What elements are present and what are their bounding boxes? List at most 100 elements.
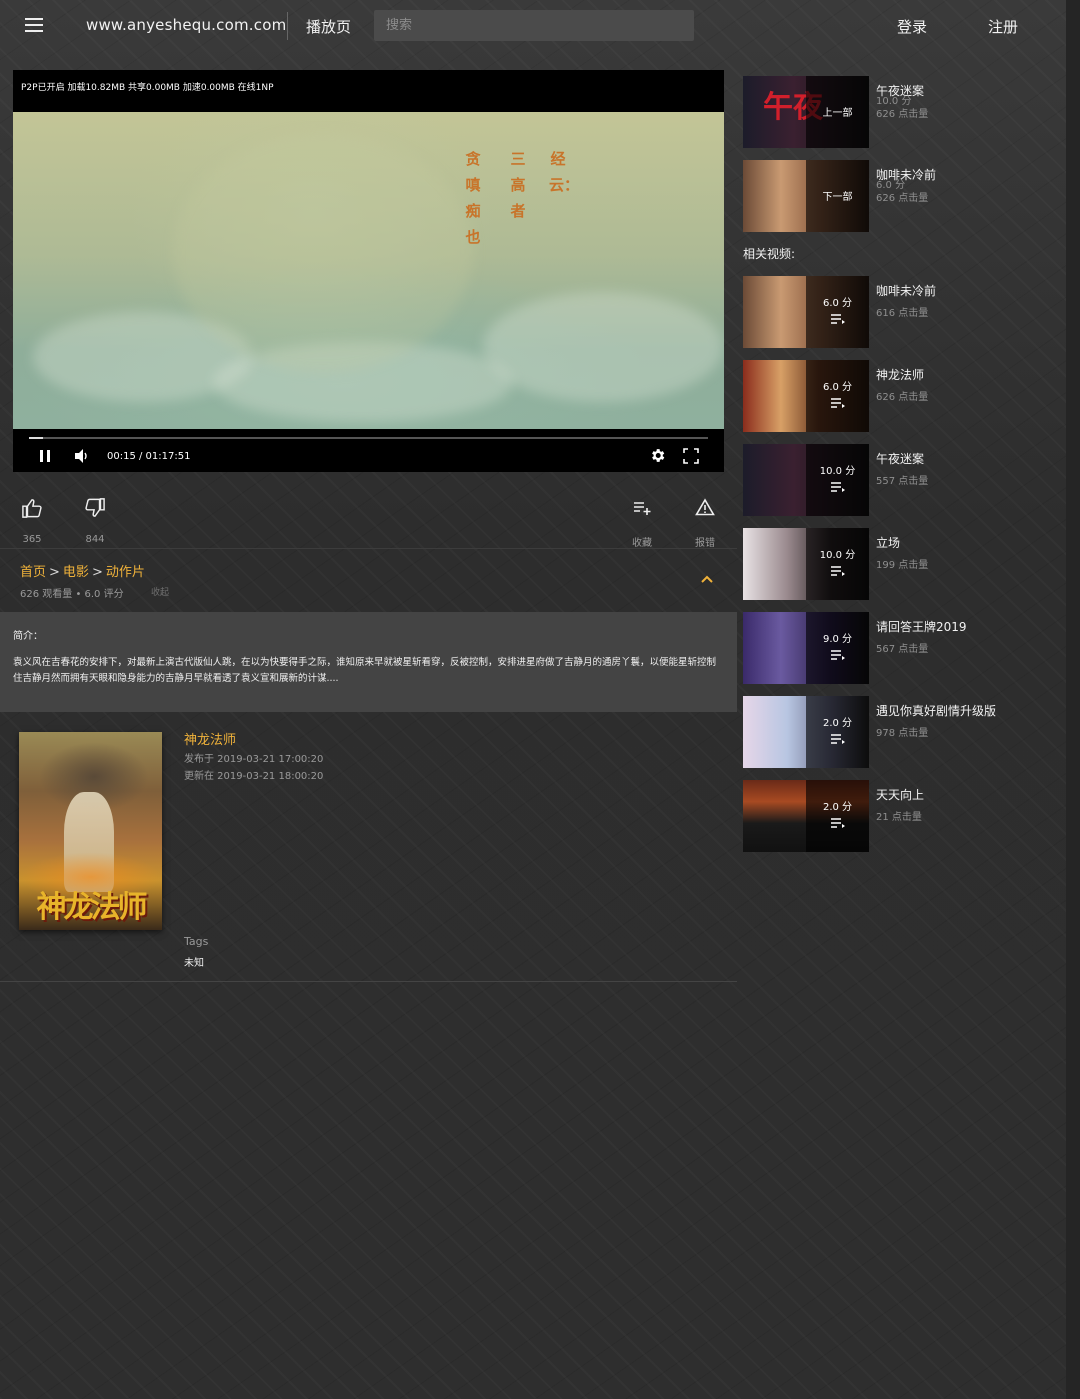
related-thumbnail: 2.0 分 bbox=[743, 696, 869, 768]
playlist-add-icon bbox=[634, 502, 651, 515]
related-title: 遇见你真好剧情升级版 bbox=[876, 704, 997, 718]
related-thumbnail: 6.0 分 bbox=[743, 360, 869, 432]
next-label: 下一部 bbox=[822, 192, 853, 203]
settings-gear-icon[interactable] bbox=[649, 447, 666, 464]
summary-text: 袁义风在吉春花的安排下，对最新上演古代版仙人跳，在以为快要得手之际，谁知原来早就… bbox=[13, 657, 717, 684]
breadcrumb-sep: > bbox=[91, 565, 103, 580]
breadcrumb-action[interactable]: 动作片 bbox=[106, 565, 145, 580]
playlist-icon bbox=[831, 734, 845, 744]
related-score: 2.0 分 bbox=[822, 802, 853, 813]
tags-label: Tags bbox=[184, 935, 209, 948]
pause-icon[interactable] bbox=[39, 449, 51, 463]
progress-fill bbox=[29, 437, 43, 439]
related-heading: 相关视频: bbox=[743, 247, 796, 261]
related-item[interactable]: 6.0 分 神龙法师 626 点击量 bbox=[743, 360, 1063, 432]
login-button[interactable]: 登录 bbox=[897, 16, 927, 37]
nav-play-page[interactable]: 播放页 bbox=[306, 16, 351, 37]
breadcrumb-movie[interactable]: 电影 bbox=[63, 565, 89, 580]
related-views: 978 点击量 bbox=[876, 728, 929, 739]
scrollbar-track[interactable] bbox=[1066, 0, 1080, 1399]
related-title: 立场 bbox=[876, 536, 901, 550]
prev-views: 626 点击量 bbox=[876, 109, 929, 120]
summary-title: 简介： bbox=[13, 631, 43, 642]
related-views: 567 点击量 bbox=[876, 644, 929, 655]
site-title[interactable]: www.anyeshequ.com.com bbox=[86, 16, 286, 34]
playlist-icon bbox=[831, 818, 845, 828]
related-views: 557 点击量 bbox=[876, 476, 929, 487]
calligraphy-col-1: 经云： bbox=[549, 150, 580, 194]
next-thumbnail: 下一部 bbox=[743, 160, 869, 232]
related-views: 199 点击量 bbox=[876, 560, 929, 571]
favorite-label: 收藏 bbox=[632, 538, 652, 549]
top-header: www.anyeshequ.com.com 播放页 登录 注册 bbox=[0, 0, 1080, 52]
related-score: 6.0 分 bbox=[822, 298, 853, 309]
related-views: 626 点击量 bbox=[876, 392, 929, 403]
related-thumbnail: 10.0 分 bbox=[743, 528, 869, 600]
section-divider bbox=[0, 548, 737, 549]
breadcrumb-home[interactable]: 首页 bbox=[20, 565, 46, 580]
related-score: 10.0 分 bbox=[819, 550, 856, 561]
related-views: 616 点击量 bbox=[876, 308, 929, 319]
p2p-status: P2P已开启 加载10.82MB 共享0.00MB 加速0.00MB 在线1NP bbox=[21, 83, 274, 93]
related-title: 请回答王牌2019 bbox=[876, 620, 967, 634]
movie-title[interactable]: 神龙法师 bbox=[184, 729, 236, 748]
header-divider bbox=[287, 12, 288, 40]
favorite-button[interactable]: 收藏 bbox=[628, 500, 656, 549]
related-item[interactable]: 10.0 分 立场 199 点击量 bbox=[743, 528, 1063, 600]
video-frame[interactable]: 经云： 三高者 贪嗔痴也 bbox=[13, 112, 724, 429]
video-player[interactable]: P2P已开启 加载10.82MB 共享0.00MB 加速0.00MB 在线1NP… bbox=[13, 70, 724, 472]
related-thumbnail: 10.0 分 bbox=[743, 444, 869, 516]
thumbs-down-icon bbox=[85, 498, 105, 517]
playlist-icon bbox=[831, 482, 845, 492]
fullscreen-icon[interactable] bbox=[683, 448, 699, 464]
related-title: 神龙法师 bbox=[876, 368, 925, 382]
related-item[interactable]: 6.0 分 咖啡未冷前 616 点击量 bbox=[743, 276, 1063, 348]
prev-episode[interactable]: 午夜 上一部 午夜迷案 10.0 分 626 点击量 bbox=[743, 76, 1063, 148]
tags-value[interactable]: 未知 bbox=[184, 954, 204, 969]
next-views: 626 点击量 bbox=[876, 193, 929, 204]
movie-detail: 神龙法师 神龙法师 发布于 2019-03-21 17:00:20 更新在 20… bbox=[0, 712, 737, 982]
menu-icon[interactable] bbox=[25, 18, 43, 32]
calligraphy-col-3: 贪嗔痴也 bbox=[465, 150, 481, 246]
playlist-icon bbox=[831, 650, 845, 660]
related-item[interactable]: 9.0 分 请回答王牌2019 567 点击量 bbox=[743, 612, 1063, 684]
related-thumbnail: 6.0 分 bbox=[743, 276, 869, 348]
published-date: 发布于 2019-03-21 17:00:20 bbox=[184, 754, 324, 765]
like-count: 365 bbox=[22, 534, 42, 545]
warning-icon bbox=[695, 498, 715, 516]
prev-thumbnail: 午夜 上一部 bbox=[743, 76, 869, 148]
like-button[interactable]: 365 bbox=[20, 498, 44, 545]
collapse-text[interactable]: 收起 bbox=[151, 585, 169, 598]
related-views: 21 点击量 bbox=[876, 812, 922, 823]
poster-title: 神龙法师 bbox=[36, 890, 148, 925]
dislike-count: 844 bbox=[85, 534, 105, 545]
related-title: 午夜迷案 bbox=[876, 452, 925, 466]
playlist-icon bbox=[831, 314, 845, 324]
dislike-button[interactable]: 844 bbox=[83, 498, 107, 545]
time-display: 00:15 / 01:17:51 bbox=[107, 451, 191, 462]
breadcrumb: 首页 > 电影 > 动作片 bbox=[20, 561, 145, 580]
report-button[interactable]: 报错 bbox=[692, 498, 718, 549]
volume-icon[interactable] bbox=[73, 448, 89, 464]
playlist-icon bbox=[831, 398, 845, 408]
related-item[interactable]: 10.0 分 午夜迷案 557 点击量 bbox=[743, 444, 1063, 516]
register-button[interactable]: 注册 bbox=[988, 16, 1018, 37]
related-thumbnail: 9.0 分 bbox=[743, 612, 869, 684]
search-input[interactable] bbox=[374, 10, 694, 41]
calligraphy-col-2: 三高者 bbox=[510, 150, 526, 220]
related-item[interactable]: 2.0 分 遇见你真好剧情升级版 978 点击量 bbox=[743, 696, 1063, 768]
related-thumbnail: 2.0 分 bbox=[743, 780, 869, 852]
related-title: 天天向上 bbox=[876, 788, 925, 802]
progress-bar[interactable] bbox=[29, 437, 708, 439]
related-score: 6.0 分 bbox=[822, 382, 853, 393]
playlist-icon bbox=[831, 566, 845, 576]
thumbs-up-icon bbox=[22, 499, 42, 518]
updated-date: 更新在 2019-03-21 18:00:20 bbox=[184, 771, 324, 782]
view-score-meta: 626 观看量 • 6.0 评分 bbox=[20, 589, 124, 600]
related-score: 2.0 分 bbox=[822, 718, 853, 729]
summary-panel: 简介： 袁义风在吉春花的安排下，对最新上演古代版仙人跳，在以为快要得手之际，谁知… bbox=[0, 612, 737, 712]
chevron-up-icon[interactable] bbox=[701, 574, 713, 584]
related-item[interactable]: 2.0 分 天天向上 21 点击量 bbox=[743, 780, 1063, 852]
movie-poster[interactable]: 神龙法师 bbox=[19, 732, 162, 930]
next-episode[interactable]: 下一部 咖啡未冷前 6.0 分 626 点击量 bbox=[743, 160, 1063, 232]
